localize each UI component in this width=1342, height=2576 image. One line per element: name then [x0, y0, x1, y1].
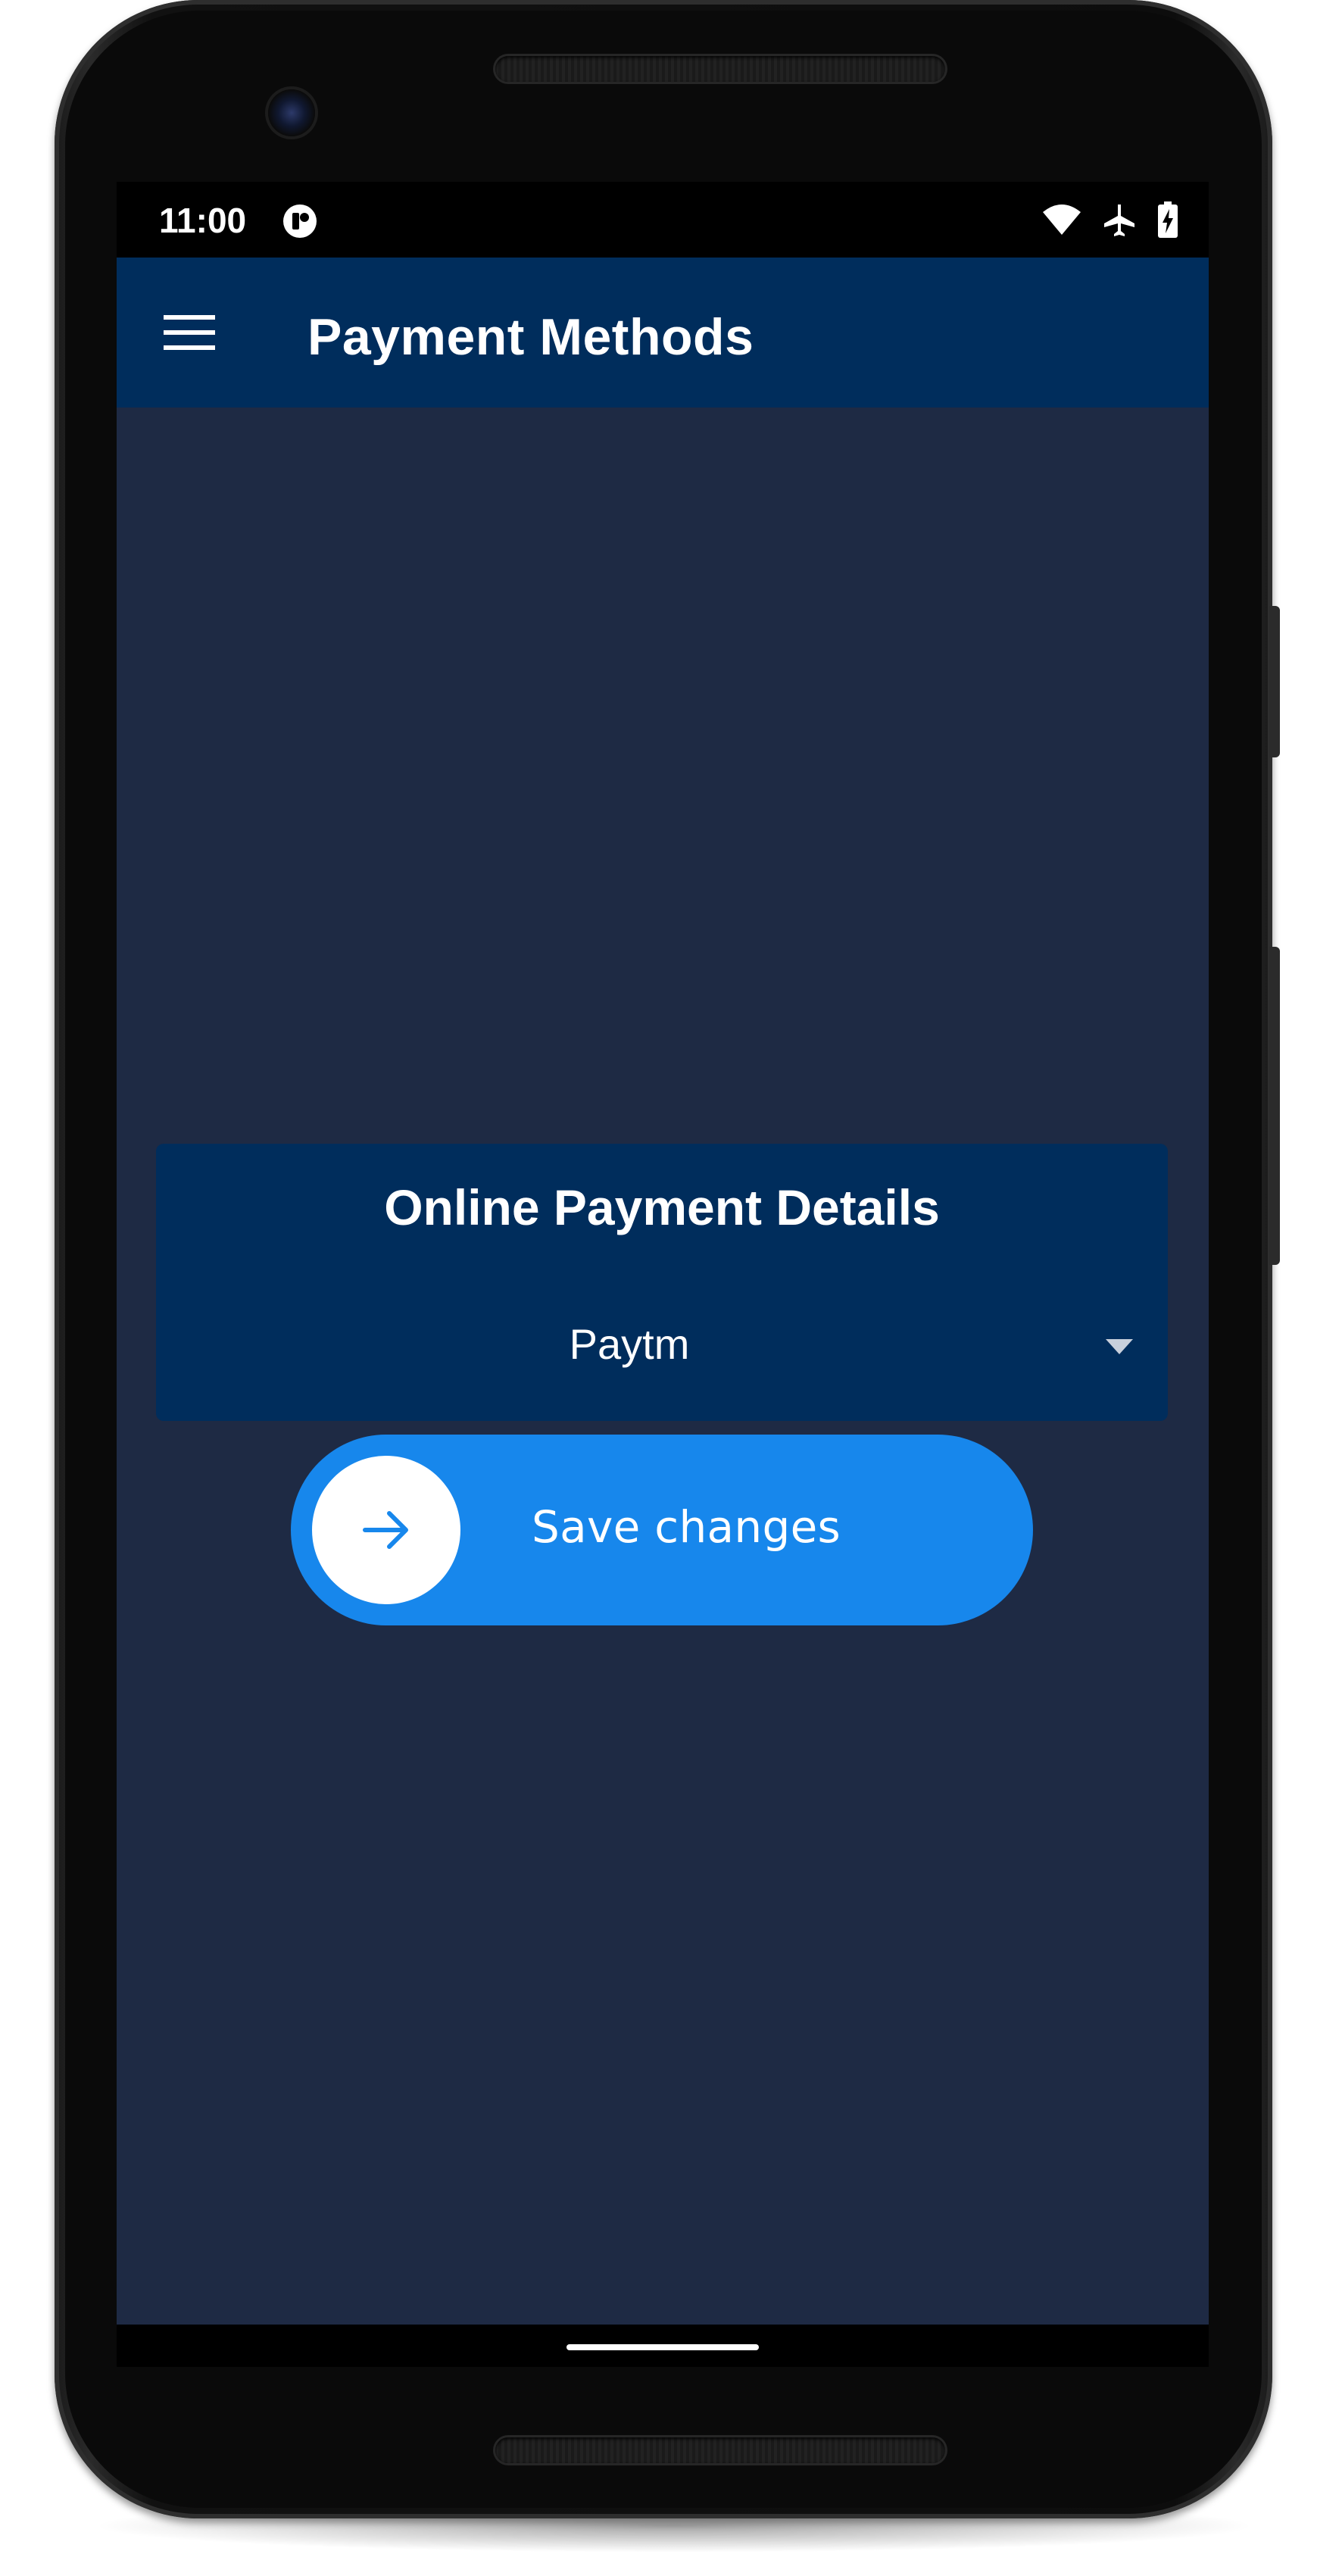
save-changes-button[interactable]: Save changes [291, 1435, 1033, 1625]
app-bar: Payment Methods [117, 258, 1209, 407]
dropdown-arrow-icon [1106, 1339, 1133, 1354]
save-button-label: Save changes [532, 1501, 841, 1553]
status-icons [1042, 201, 1178, 238]
save-button-circle [312, 1456, 460, 1604]
front-camera [268, 89, 315, 136]
status-time: 11:00 [159, 201, 247, 240]
payment-method-dropdown[interactable]: Paytm [156, 1310, 1168, 1386]
notification-app-icon [283, 205, 317, 238]
battery-charging-icon [1158, 201, 1178, 238]
phone-screen: 11:00 Payment Methods Online Payment Det… [117, 182, 1209, 2367]
top-speaker [495, 56, 945, 82]
page-title: Payment Methods [307, 308, 754, 366]
power-button [1269, 947, 1280, 1265]
home-indicator[interactable] [566, 2344, 759, 2350]
volume-button [1269, 606, 1280, 757]
navigation-bar [117, 2325, 1209, 2367]
arrow-right-icon [363, 1511, 408, 1549]
status-bar: 11:00 [117, 182, 1209, 258]
hamburger-menu-icon[interactable] [164, 306, 217, 359]
wifi-icon [1043, 205, 1081, 235]
card-title: Online Payment Details [384, 1179, 940, 1235]
dropdown-selected-value: Paytm [569, 1320, 690, 1368]
online-payment-card: Online Payment Details Paytm [156, 1144, 1168, 1421]
bottom-speaker [495, 2437, 945, 2463]
airplane-mode-icon [1104, 205, 1134, 236]
